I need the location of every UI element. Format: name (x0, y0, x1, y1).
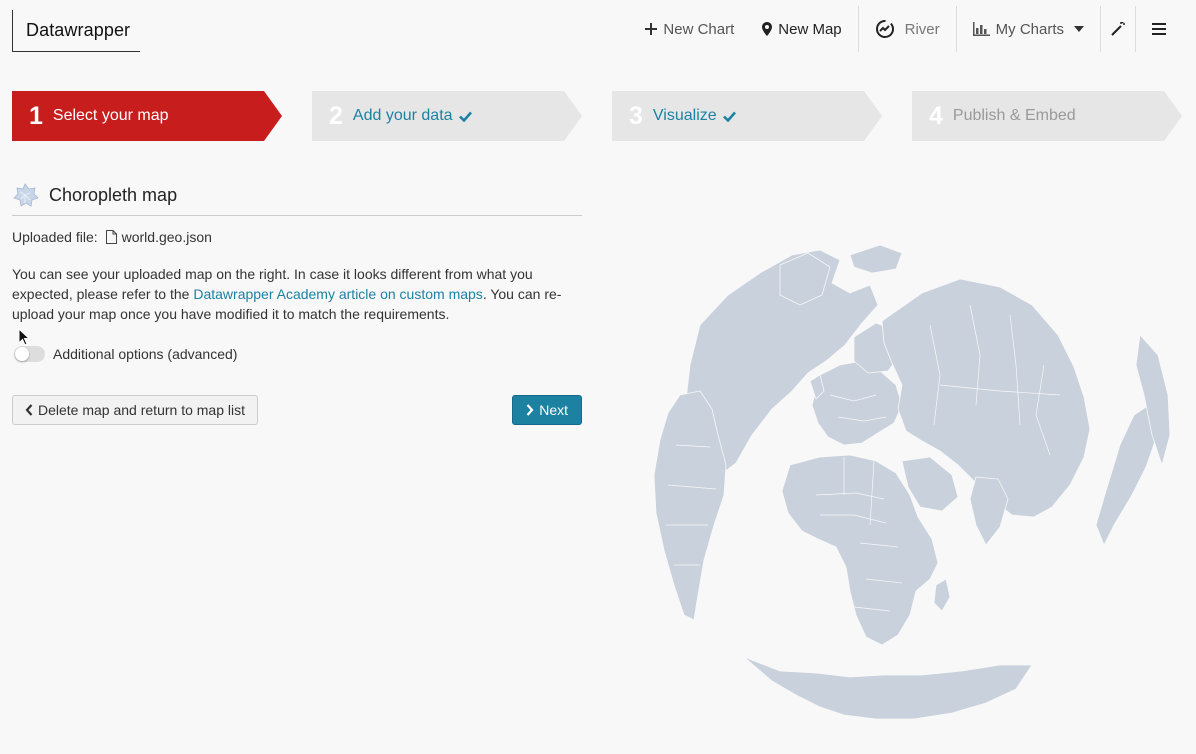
uploaded-file-name: world.geo.json (121, 229, 212, 245)
my-charts-button[interactable]: My Charts (957, 6, 1100, 52)
map-type-title: Choropleth map (49, 185, 178, 205)
academy-article-link[interactable]: Datawrapper Academy article on custom ma… (193, 286, 482, 302)
step-select-map[interactable]: 1 Select your map (12, 91, 282, 141)
step-visualize[interactable]: 3 Visualize (612, 91, 882, 141)
my-charts-label: My Charts (995, 20, 1064, 38)
map-preview (653, 244, 1171, 720)
hamburger-icon (1152, 23, 1166, 35)
plus-icon (645, 23, 658, 35)
advanced-options-toggle[interactable] (14, 346, 45, 362)
magic-wand-button[interactable] (1101, 6, 1135, 52)
top-nav: New Chart New Map River My Charts (629, 6, 1196, 52)
bar-chart-icon (972, 22, 990, 36)
new-chart-label: New Chart (663, 20, 735, 38)
logo[interactable]: Datawrapper (12, 10, 140, 52)
new-map-button[interactable]: New Map (750, 6, 857, 52)
description-text: You can see your uploaded map on the rig… (12, 264, 572, 324)
action-buttons: Delete map and return to map list Next (12, 395, 582, 425)
arctic-islands-land (849, 244, 903, 274)
step-navigation: 1 Select your map 2 Add your data 3 Visu… (12, 91, 1184, 141)
step-label: Visualize (652, 107, 717, 124)
magic-wand-icon (1111, 22, 1125, 36)
step-publish: 4 Publish & Embed (912, 91, 1182, 141)
caret-down-icon (1074, 26, 1084, 32)
uploaded-file: world.geo.json (105, 229, 212, 245)
india-land (969, 476, 1009, 546)
next-button[interactable]: Next (512, 395, 582, 425)
south-america-land (653, 390, 727, 621)
select-map-panel: Choropleth map Uploaded file: world.geo.… (12, 176, 582, 425)
check-icon (458, 111, 472, 122)
logo-text: Datawrapper (26, 20, 131, 40)
uploaded-file-label: Uploaded file: (12, 229, 98, 245)
menu-button[interactable] (1136, 6, 1196, 52)
step-number: 2 (329, 101, 343, 130)
new-chart-button[interactable]: New Chart (629, 6, 750, 52)
river-icon (875, 20, 894, 38)
step-label: Add your data (352, 107, 453, 124)
cursor-icon (18, 328, 30, 346)
step-add-data[interactable]: 2 Add your data (312, 91, 582, 141)
delete-map-button[interactable]: Delete map and return to map list (12, 395, 258, 425)
chevron-left-icon (25, 404, 33, 416)
map-marker-icon (762, 22, 773, 36)
uploaded-file-row: Uploaded file: world.geo.json (12, 229, 582, 245)
next-label: Next (539, 402, 568, 418)
step-label: Publish & Embed (952, 107, 1076, 124)
chevron-right-icon (526, 404, 534, 416)
river-button[interactable]: River (859, 6, 956, 52)
antarctica-land (743, 656, 1033, 720)
step-label: Select your map (52, 107, 169, 124)
check-icon (722, 111, 736, 122)
advanced-options-row: Additional options (advanced) (12, 346, 582, 362)
step-number: 1 (29, 101, 43, 130)
map-type-header: Choropleth map (12, 176, 582, 216)
advanced-options-label[interactable]: Additional options (advanced) (53, 346, 237, 362)
step-number: 3 (629, 101, 643, 130)
choropleth-icon (13, 183, 39, 207)
new-map-label: New Map (778, 20, 842, 38)
delete-map-label: Delete map and return to map list (38, 402, 245, 418)
step-number: 4 (929, 101, 943, 130)
madagascar-land (933, 578, 951, 612)
river-label: River (904, 20, 940, 38)
file-icon (105, 230, 117, 244)
europe-land (811, 360, 903, 446)
